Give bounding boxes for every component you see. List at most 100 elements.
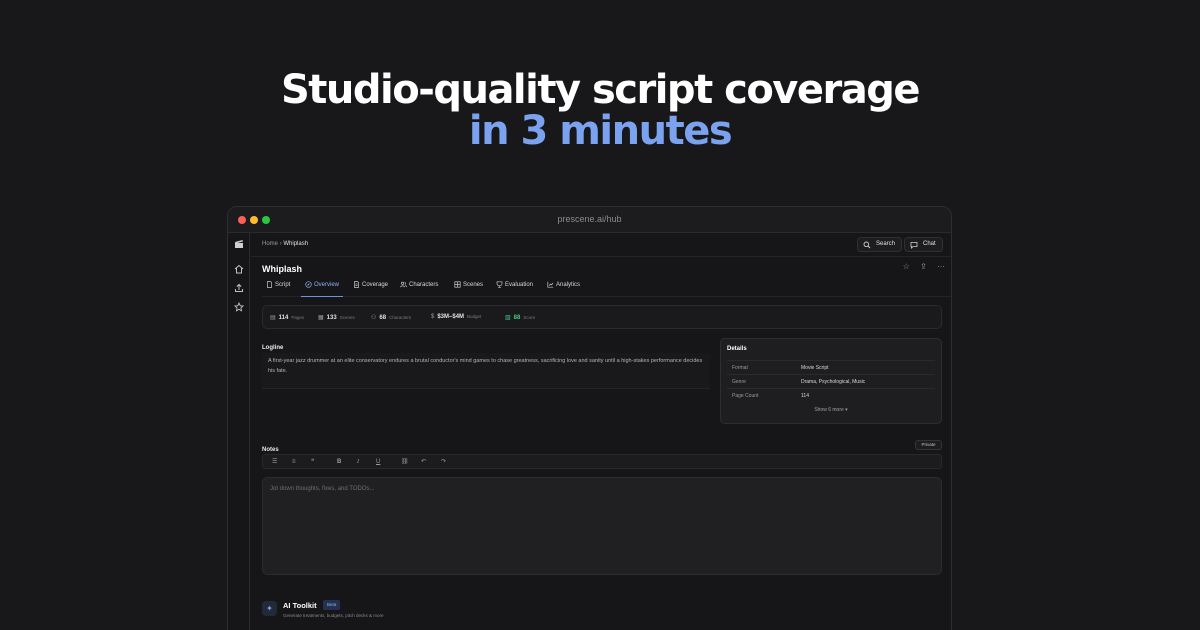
app-window: prescene.ai/hub Home › Whiplash Search C…	[227, 206, 952, 630]
chat-button[interactable]: Chat	[904, 237, 943, 252]
tab-overview-label: Overview	[314, 282, 340, 288]
details-row: Page Count 114	[727, 388, 935, 402]
tab-analytics[interactable]: Analytics	[543, 277, 584, 297]
notes-placeholder: Jot down thoughts, fixes, and TODOs...	[270, 486, 375, 492]
stat-characters-label: Characters	[389, 315, 412, 320]
link-icon[interactable]: ⛓	[401, 457, 409, 467]
show-more-button[interactable]: Show 6 more ▾	[721, 407, 941, 413]
redo-icon[interactable]: ↷	[441, 457, 446, 467]
hero-headline: Studio-quality script coverage in 3 minu…	[0, 70, 1200, 152]
tab-analytics-label: Analytics	[556, 282, 581, 288]
tab-script[interactable]: Script	[262, 277, 294, 297]
breadcrumb-current: Whiplash	[283, 241, 309, 247]
bullet-list-icon[interactable]: ☰	[272, 457, 277, 467]
underline-icon[interactable]: U	[376, 457, 380, 467]
title-actions: ☆ ⇪ ···	[895, 262, 945, 271]
tab-bar: Script Overview Coverage Characters Scen…	[262, 277, 951, 297]
undo-icon[interactable]: ↶	[421, 457, 426, 467]
clapperboard-logo-icon[interactable]	[233, 239, 245, 251]
bold-icon[interactable]: B	[337, 457, 341, 467]
search-icon	[863, 241, 871, 249]
tab-coverage[interactable]: Coverage	[349, 277, 392, 297]
clapper-icon: ▦	[318, 315, 324, 321]
private-toggle[interactable]: Private	[915, 440, 942, 450]
bar-chart-icon: ▥	[505, 315, 511, 321]
more-options-icon[interactable]: ···	[937, 262, 945, 271]
stat-pages-value: 114	[278, 315, 289, 321]
stat-characters: ⚇ 68 Characters	[371, 314, 411, 321]
tab-characters-label: Characters	[409, 282, 439, 288]
beta-badge: Beta	[323, 600, 341, 610]
top-bar: Home › Whiplash Search Chat	[251, 233, 951, 257]
notes-toolbar: ☰ ≡ ❝ B I U ⛓ ↶ ↷	[262, 454, 942, 469]
details-value: Movie Script	[801, 365, 829, 371]
numbered-list-icon[interactable]: ≡	[292, 457, 296, 467]
page-title: Whiplash	[262, 264, 302, 274]
chat-icon	[910, 242, 918, 249]
document-icon	[267, 281, 272, 288]
details-value: Drama, Psychological, Music	[801, 379, 866, 385]
search-button[interactable]: Search	[857, 237, 903, 252]
logline-text[interactable]: A first-year jazz drummer at an elite co…	[262, 353, 710, 389]
chart-line-icon	[547, 281, 554, 288]
sparkles-icon: ✦	[262, 601, 277, 616]
details-key: Page Count	[732, 393, 759, 399]
details-heading: Details	[727, 346, 747, 352]
quote-icon[interactable]: ❝	[311, 457, 314, 467]
breadcrumb: Home › Whiplash	[262, 241, 308, 247]
stat-score-label: Score	[523, 315, 536, 320]
tab-characters[interactable]: Characters	[396, 277, 442, 297]
stat-score: ▥ 88 Score	[505, 314, 535, 321]
tab-evaluation-label: Evaluation	[505, 282, 534, 288]
details-panel: Details Format Movie Script Genre Drama,…	[720, 338, 942, 424]
dollar-icon: $	[431, 314, 435, 320]
people-icon: ⚇	[371, 315, 377, 321]
hero-line-1: Studio-quality script coverage	[281, 67, 921, 113]
compass-icon	[305, 281, 312, 288]
tab-evaluation[interactable]: Evaluation	[492, 277, 537, 297]
ai-toolkit-subtitle: Generate treatments, budgets, pitch deck…	[283, 613, 384, 618]
italic-icon[interactable]: I	[357, 457, 359, 467]
window-titlebar: prescene.ai/hub	[228, 207, 951, 233]
notes-heading: Notes	[262, 447, 279, 453]
stat-scenes-label: Scenes	[339, 315, 355, 320]
upload-icon[interactable]	[233, 283, 245, 295]
stat-budget-label: Budget	[467, 314, 482, 319]
tab-script-label: Script	[275, 282, 291, 288]
ai-toolkit-title[interactable]: AI Toolkit	[283, 601, 317, 610]
stat-score-value: 88	[513, 315, 521, 321]
search-label: Search	[876, 241, 896, 247]
stat-characters-value: 68	[379, 315, 387, 321]
main-content: Home › Whiplash Search Chat Whiplash ☆ ⇪…	[251, 233, 951, 630]
stat-pages-label: Pages	[291, 315, 305, 320]
stats-bar: ▤ 114 Pages ▦ 133 Scenes ⚇ 68 Characters $ $3M–…	[262, 305, 942, 329]
chat-label: Chat	[923, 241, 936, 247]
tab-scenes-label: Scenes	[463, 282, 484, 288]
logline-heading: Logline	[262, 345, 284, 351]
stat-budget: $ $3M–$4M Budget	[431, 314, 481, 320]
stat-budget-value: $3M–$4M	[437, 314, 465, 320]
grid-icon	[454, 281, 461, 288]
details-row: Genre Drama, Psychological, Music	[727, 374, 935, 388]
home-icon[interactable]	[233, 264, 245, 276]
stat-scenes-value: 133	[326, 315, 337, 321]
users-icon	[400, 281, 407, 288]
sidebar	[228, 233, 250, 630]
window-url: prescene.ai/hub	[557, 214, 622, 224]
stat-scenes: ▦ 133 Scenes	[318, 314, 355, 321]
favorite-star-icon[interactable]: ☆	[903, 262, 910, 271]
details-key: Format	[732, 365, 748, 371]
details-value: 114	[801, 393, 809, 399]
hero-line-2: in 3 minutes	[468, 108, 733, 154]
tab-overview[interactable]: Overview	[301, 277, 344, 297]
file-text-icon	[354, 281, 359, 288]
share-icon[interactable]: ⇪	[920, 262, 927, 271]
award-icon	[496, 281, 503, 288]
breadcrumb-home[interactable]: Home	[262, 241, 278, 247]
tab-scenes[interactable]: Scenes	[450, 277, 487, 297]
stat-pages: ▤ 114 Pages	[270, 314, 304, 321]
tab-coverage-label: Coverage	[362, 282, 389, 288]
notes-editor[interactable]: Jot down thoughts, fixes, and TODOs...	[262, 477, 942, 575]
star-icon[interactable]	[233, 301, 245, 314]
page-icon: ▤	[270, 315, 276, 321]
